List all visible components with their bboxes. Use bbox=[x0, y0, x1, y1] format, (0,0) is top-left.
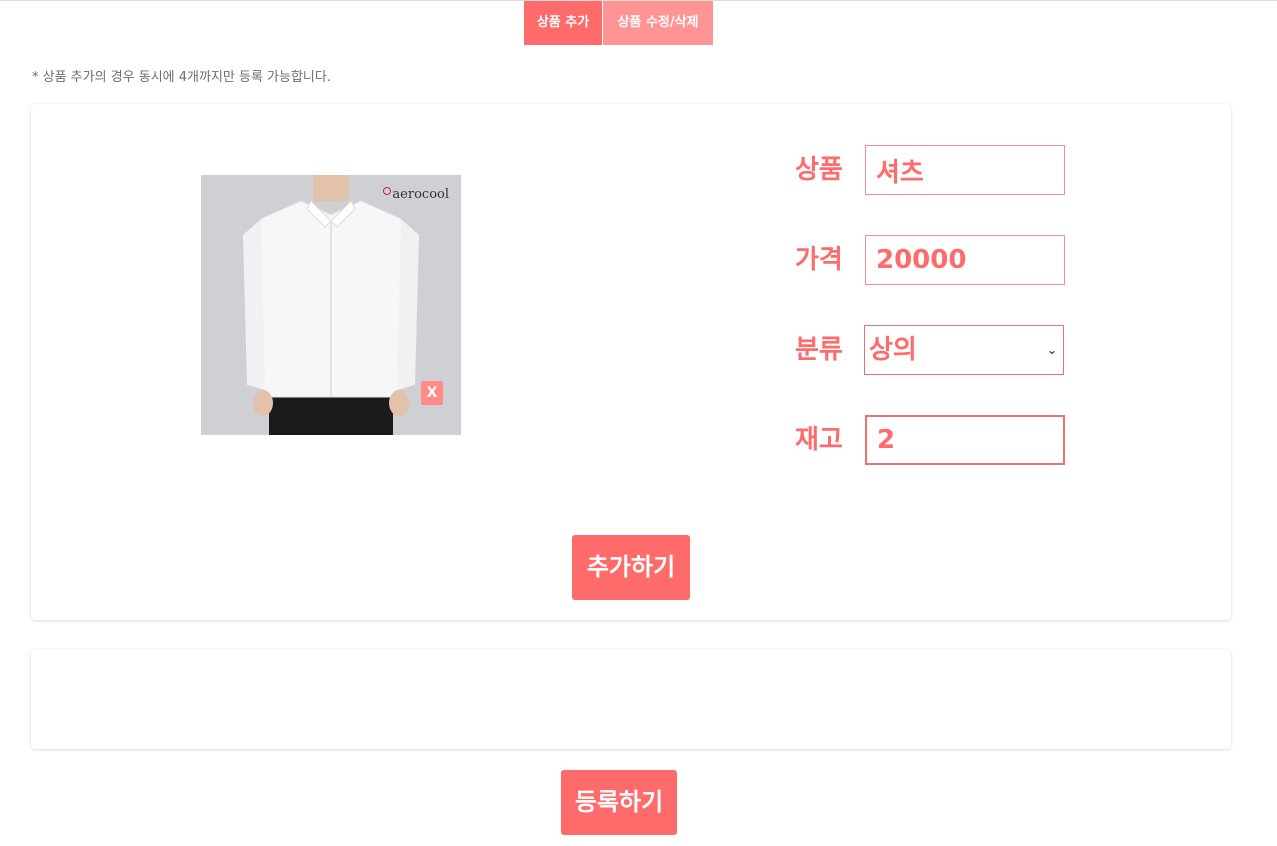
tab-add-product[interactable]: 상품 추가 bbox=[524, 1, 602, 45]
product-image: aerocool X bbox=[201, 175, 461, 435]
stock-label: 재고 bbox=[795, 425, 843, 455]
chevron-down-icon: ⌄ bbox=[1046, 343, 1057, 357]
product-form-card: aerocool X 상품 가격 분류 상의 ⌄ 재고 추가하기 bbox=[31, 104, 1231, 620]
category-label: 분류 bbox=[795, 335, 843, 365]
add-product-button[interactable]: 추가하기 bbox=[572, 535, 690, 600]
name-label: 상품 bbox=[795, 155, 843, 185]
notice-text: * 상품 추가의 경우 동시에 4개까지만 등록 가능합니다. bbox=[32, 70, 331, 85]
added-products-list bbox=[31, 649, 1231, 749]
remove-image-button[interactable]: X bbox=[421, 381, 443, 405]
category-selected-value: 상의 bbox=[869, 335, 917, 365]
price-label: 가격 bbox=[795, 245, 843, 275]
tab-edit-product[interactable]: 상품 수정/삭제 bbox=[602, 1, 713, 45]
register-button[interactable]: 등록하기 bbox=[561, 770, 677, 835]
category-select[interactable]: 상의 ⌄ bbox=[864, 325, 1064, 375]
tab-bar: 상품 추가 상품 수정/삭제 bbox=[524, 1, 713, 45]
name-input[interactable] bbox=[865, 145, 1065, 195]
stock-input[interactable] bbox=[865, 415, 1065, 465]
price-input[interactable] bbox=[865, 235, 1065, 285]
brand-logo: aerocool bbox=[383, 187, 449, 202]
